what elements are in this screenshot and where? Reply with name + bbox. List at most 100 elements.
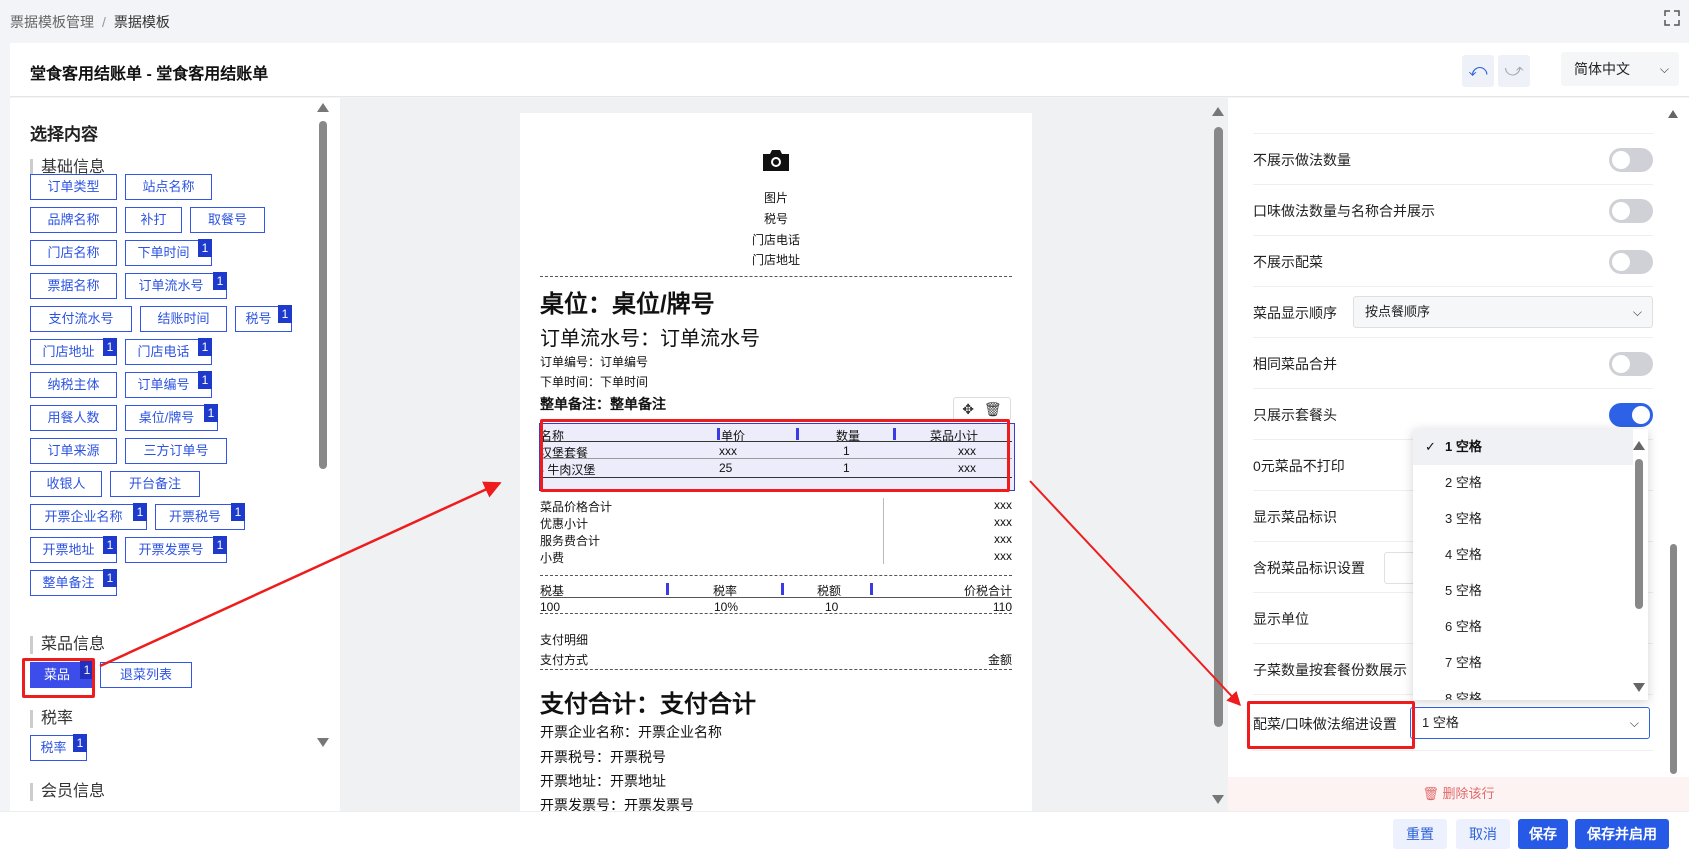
chip-inv-company[interactable]: 开票企业名称 1 [30, 503, 147, 530]
setting-label: 口味做法数量与名称合并展示 [1253, 203, 1435, 219]
receipt-order-no: 订单编号：订单编号 [540, 355, 649, 369]
divider [540, 575, 1012, 576]
undo-icon[interactable]: ⤺ [1462, 55, 1494, 87]
chip-order-source[interactable]: 订单来源 [30, 438, 117, 464]
save-button[interactable]: 保存 [1518, 819, 1568, 849]
dropdown-option[interactable]: ✓ 1 空格 [1413, 429, 1633, 465]
chip-order-serial[interactable]: 订单流水号 1 [125, 272, 227, 299]
tax-cell: 100 [540, 600, 561, 614]
indent-select[interactable]: 1 空格 ⌵ [1410, 707, 1650, 739]
chip-tax-rate[interactable]: 税率 1 [30, 734, 87, 761]
left-scrollbar[interactable] [319, 121, 327, 469]
chip-inv-addr[interactable]: 开票地址 1 [30, 536, 117, 563]
receipt-inv-addr: 开票地址：开票地址 [540, 773, 666, 789]
dropdown-option[interactable]: 5 空格 [1413, 573, 1633, 609]
trash-icon: 🗑 [1422, 786, 1443, 801]
chip-cashier[interactable]: 收银人 [30, 471, 102, 497]
chip-inv-no[interactable]: 开票发票号 1 [125, 536, 227, 563]
toggle-no-method-qty[interactable] [1609, 148, 1653, 172]
chip-order-no[interactable]: 订单编号 1 [125, 371, 212, 398]
chip-order-time[interactable]: 下单时间 1 [125, 239, 212, 266]
summary-value: xxx [994, 515, 1012, 529]
summary-value: xxx [994, 532, 1012, 546]
right-scrollbar[interactable] [1214, 127, 1223, 727]
receipt-serial: 订单流水号：订单流水号 [540, 328, 760, 350]
scroll-down-icon[interactable] [1212, 795, 1224, 804]
dropdown-option[interactable]: 4 空格 [1413, 537, 1633, 573]
fullscreen-icon[interactable] [1664, 10, 1684, 30]
chip-checkout-time[interactable]: 结账时间 [140, 306, 227, 332]
chip-brand[interactable]: 品牌名称 [30, 207, 117, 233]
page-title: 堂食客用结账单 - 堂食客用结账单 [30, 66, 269, 83]
dropdown-scrollbar[interactable] [1635, 459, 1643, 609]
scroll-up-icon[interactable] [1212, 107, 1224, 116]
chip-open-remark[interactable]: 开台备注 [110, 471, 200, 497]
chip-inv-taxno[interactable]: 开票税号 1 [155, 503, 245, 530]
divider [540, 669, 1012, 670]
setting-label: 菜品显示顺序 [1253, 305, 1337, 321]
check-icon: ✓ [1425, 439, 1436, 454]
chip-tax-no[interactable]: 税号 1 [235, 305, 292, 332]
dropdown-option[interactable]: 3 空格 [1413, 501, 1633, 537]
scroll-up-icon[interactable] [1668, 110, 1678, 118]
scroll-up-icon[interactable] [317, 103, 329, 112]
pay-detail: 支付明细 [540, 633, 589, 647]
section-tax: 税率 [30, 710, 73, 728]
save-enable-button[interactable]: 保存并启用 [1575, 819, 1669, 849]
toggle-merge-taste[interactable] [1609, 199, 1653, 223]
tax-cell: 10 [825, 600, 839, 614]
receipt-remark: 整单备注：整单备注 [540, 396, 666, 412]
scroll-down-icon[interactable] [1633, 683, 1645, 692]
toggle-no-side[interactable] [1609, 250, 1653, 274]
chip-reprint[interactable]: 补打 [125, 207, 182, 233]
dropdown-option[interactable]: 6 空格 [1413, 609, 1633, 645]
redo-icon[interactable]: ⤻ [1498, 55, 1530, 87]
toggle-only-combo[interactable] [1609, 403, 1653, 427]
dropdown-option[interactable]: 8 空格 [1413, 681, 1633, 700]
dropdown-option[interactable]: 7 空格 [1413, 645, 1633, 681]
divider [540, 613, 1012, 614]
setting-row: 口味做法数量与名称合并展示 [1253, 185, 1653, 236]
cancel-button[interactable]: 取消 [1456, 819, 1510, 849]
chip-station[interactable]: 站点名称 [125, 174, 212, 200]
chip-order-type[interactable]: 订单类型 [30, 174, 117, 200]
chip-pickup[interactable]: 取餐号 [190, 207, 265, 233]
language-select[interactable]: 简体中文 ⌵ [1561, 52, 1679, 86]
summary-label: 服务费合计 [540, 534, 601, 548]
chevron-down-icon: ⌵ [1629, 716, 1639, 730]
scroll-down-icon[interactable] [317, 738, 329, 747]
annotation-box-indent [1247, 701, 1415, 749]
settings-scrollbar[interactable] [1670, 544, 1677, 774]
chip-taxpayer[interactable]: 纳税主体 [30, 372, 117, 398]
setting-label: 相同菜品合并 [1253, 356, 1337, 372]
chip-table[interactable]: 桌位/牌号 1 [125, 404, 218, 431]
setting-label: 子菜数量按套餐份数展示 [1253, 662, 1407, 678]
section-dish: 菜品信息 [30, 636, 105, 654]
breadcrumb-parent[interactable]: 票据模板管理 [10, 14, 94, 30]
delete-row-button[interactable]: 🗑 删除该行 [1228, 777, 1689, 811]
scroll-up-icon[interactable] [1633, 441, 1645, 450]
footer-actions: 重置 取消 保存 保存并启用 [0, 811, 1689, 851]
chip-refund[interactable]: 退菜列表 [100, 662, 192, 688]
summary-label: 小费 [540, 551, 565, 565]
receipt-inv-taxno: 开票税号：开票税号 [540, 749, 666, 765]
dropdown-option[interactable]: 2 空格 [1413, 465, 1633, 501]
chip-remark[interactable]: 整单备注 1 [30, 569, 117, 596]
toggle-merge-same[interactable] [1609, 352, 1653, 376]
chip-third-no[interactable]: 三方订单号 [125, 438, 227, 464]
chip-diners[interactable]: 用餐人数 [30, 405, 117, 431]
chip-store-addr[interactable]: 门店地址 1 [30, 338, 117, 365]
move-icon[interactable]: ✥ [962, 401, 974, 417]
dish-order-select[interactable]: 按点餐顺序 ⌵ [1353, 296, 1653, 328]
summary-label: 优惠小计 [540, 517, 589, 531]
summary-value: xxx [994, 498, 1012, 512]
chevron-down-icon: ⌵ [1632, 305, 1642, 319]
chip-store[interactable]: 门店名称 [30, 240, 117, 266]
chip-pay-serial[interactable]: 支付流水号 [30, 306, 132, 332]
delete-icon[interactable]: 🗑 [984, 401, 1002, 417]
reset-button[interactable]: 重置 [1393, 819, 1447, 849]
chip-store-phone[interactable]: 门店电话 1 [125, 338, 212, 365]
chip-ticket[interactable]: 票据名称 [30, 273, 117, 299]
language-value: 简体中文 [1574, 61, 1630, 77]
annotation-box-dish-chip [22, 658, 95, 698]
